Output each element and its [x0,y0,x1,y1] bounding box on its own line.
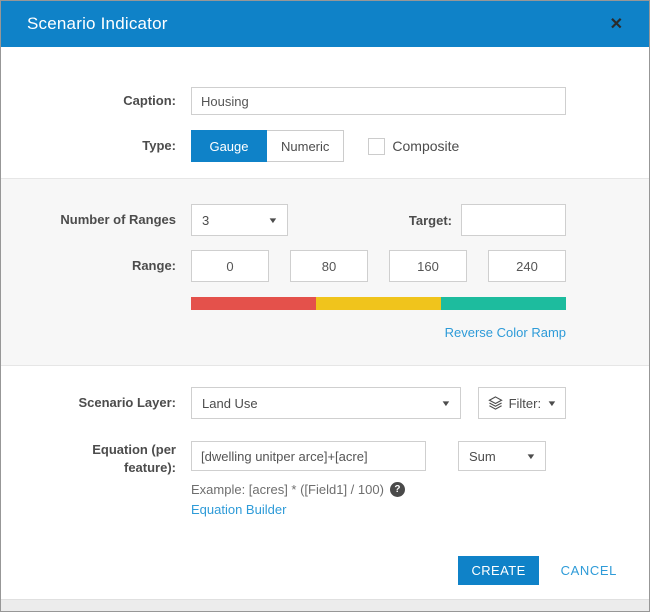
caret-down-icon: ▼ [546,399,557,408]
help-icon[interactable]: ? [390,482,405,497]
reverse-ramp-row: Reverse Color Ramp [1,325,649,340]
type-row: Type: Gauge Numeric Composite [1,130,649,162]
equation-row: Equation (per feature): Sum ▼ [1,441,649,476]
layers-icon [488,396,503,410]
equation-example-text: Example: [acres] * ([Field1] / 100) [191,482,384,497]
composite-label: Composite [392,138,459,154]
reverse-color-ramp-link[interactable]: Reverse Color Ramp [445,325,566,340]
close-icon: ✕ [610,16,623,33]
range-input[interactable] [290,250,368,282]
type-gauge-button[interactable]: Gauge [191,130,267,162]
equation-example-row: Example: [acres] * ([Field1] / 100) ? [191,482,649,497]
filter-button[interactable]: Filter: ▼ [478,387,566,419]
ramp-segment [191,297,316,310]
number-of-ranges-label: Number of Ranges [1,211,176,229]
aggregation-value: Sum [469,449,496,464]
color-ramp [191,297,566,310]
caption-input[interactable] [191,87,566,115]
ramp-segment [441,297,566,310]
scenario-layer-dropdown[interactable]: Land Use ▼ [191,387,461,419]
type-segmented-control: Gauge Numeric [191,130,344,162]
scenario-layer-row: Scenario Layer: Land Use ▼ Filter: ▼ [1,387,649,419]
number-of-ranges-dropdown[interactable]: 3 ▼ [191,204,288,236]
dialog-footer: CREATE CANCEL [1,540,649,600]
close-button[interactable]: ✕ [604,12,629,36]
composite-option: Composite [368,138,459,155]
range-input[interactable] [389,250,467,282]
equation-label: Equation (per feature): [1,441,176,476]
type-label: Type: [1,137,176,155]
composite-checkbox[interactable] [368,138,385,155]
scenario-layer-label: Scenario Layer: [1,394,176,412]
equation-input[interactable] [191,441,426,471]
dialog-title: Scenario Indicator [27,14,168,34]
aggregation-dropdown[interactable]: Sum ▼ [458,441,546,471]
number-of-ranges-value: 3 [202,213,209,228]
number-of-ranges-row: Number of Ranges 3 ▼ Target: [1,204,649,236]
caret-down-icon: ▼ [440,399,451,408]
target-label: Target: [409,213,452,228]
equation-builder-row: Equation Builder [191,501,649,519]
range-row: Range: [1,250,649,282]
ramp-segment [316,297,441,310]
create-button[interactable]: CREATE [458,556,538,585]
filter-label: Filter: [509,396,542,411]
caret-down-icon: ▼ [525,452,536,461]
caption-row: Caption: [1,87,649,115]
target-input[interactable] [461,204,566,236]
caret-down-icon: ▼ [267,216,278,225]
range-label: Range: [1,257,176,275]
color-ramp-row [1,297,649,310]
ranges-section: Number of Ranges 3 ▼ Target: Range: [1,178,649,366]
dialog-titlebar: Scenario Indicator ✕ [1,1,649,47]
range-input[interactable] [191,250,269,282]
cancel-button[interactable]: CANCEL [555,562,623,579]
type-numeric-button[interactable]: Numeric [267,130,344,162]
scenario-layer-value: Land Use [202,396,258,411]
bottom-strip [1,599,649,611]
equation-builder-link[interactable]: Equation Builder [191,502,286,517]
caption-label: Caption: [1,92,176,110]
scenario-indicator-dialog: Scenario Indicator ✕ Caption: Type: Gaug… [0,0,650,612]
range-input[interactable] [488,250,566,282]
